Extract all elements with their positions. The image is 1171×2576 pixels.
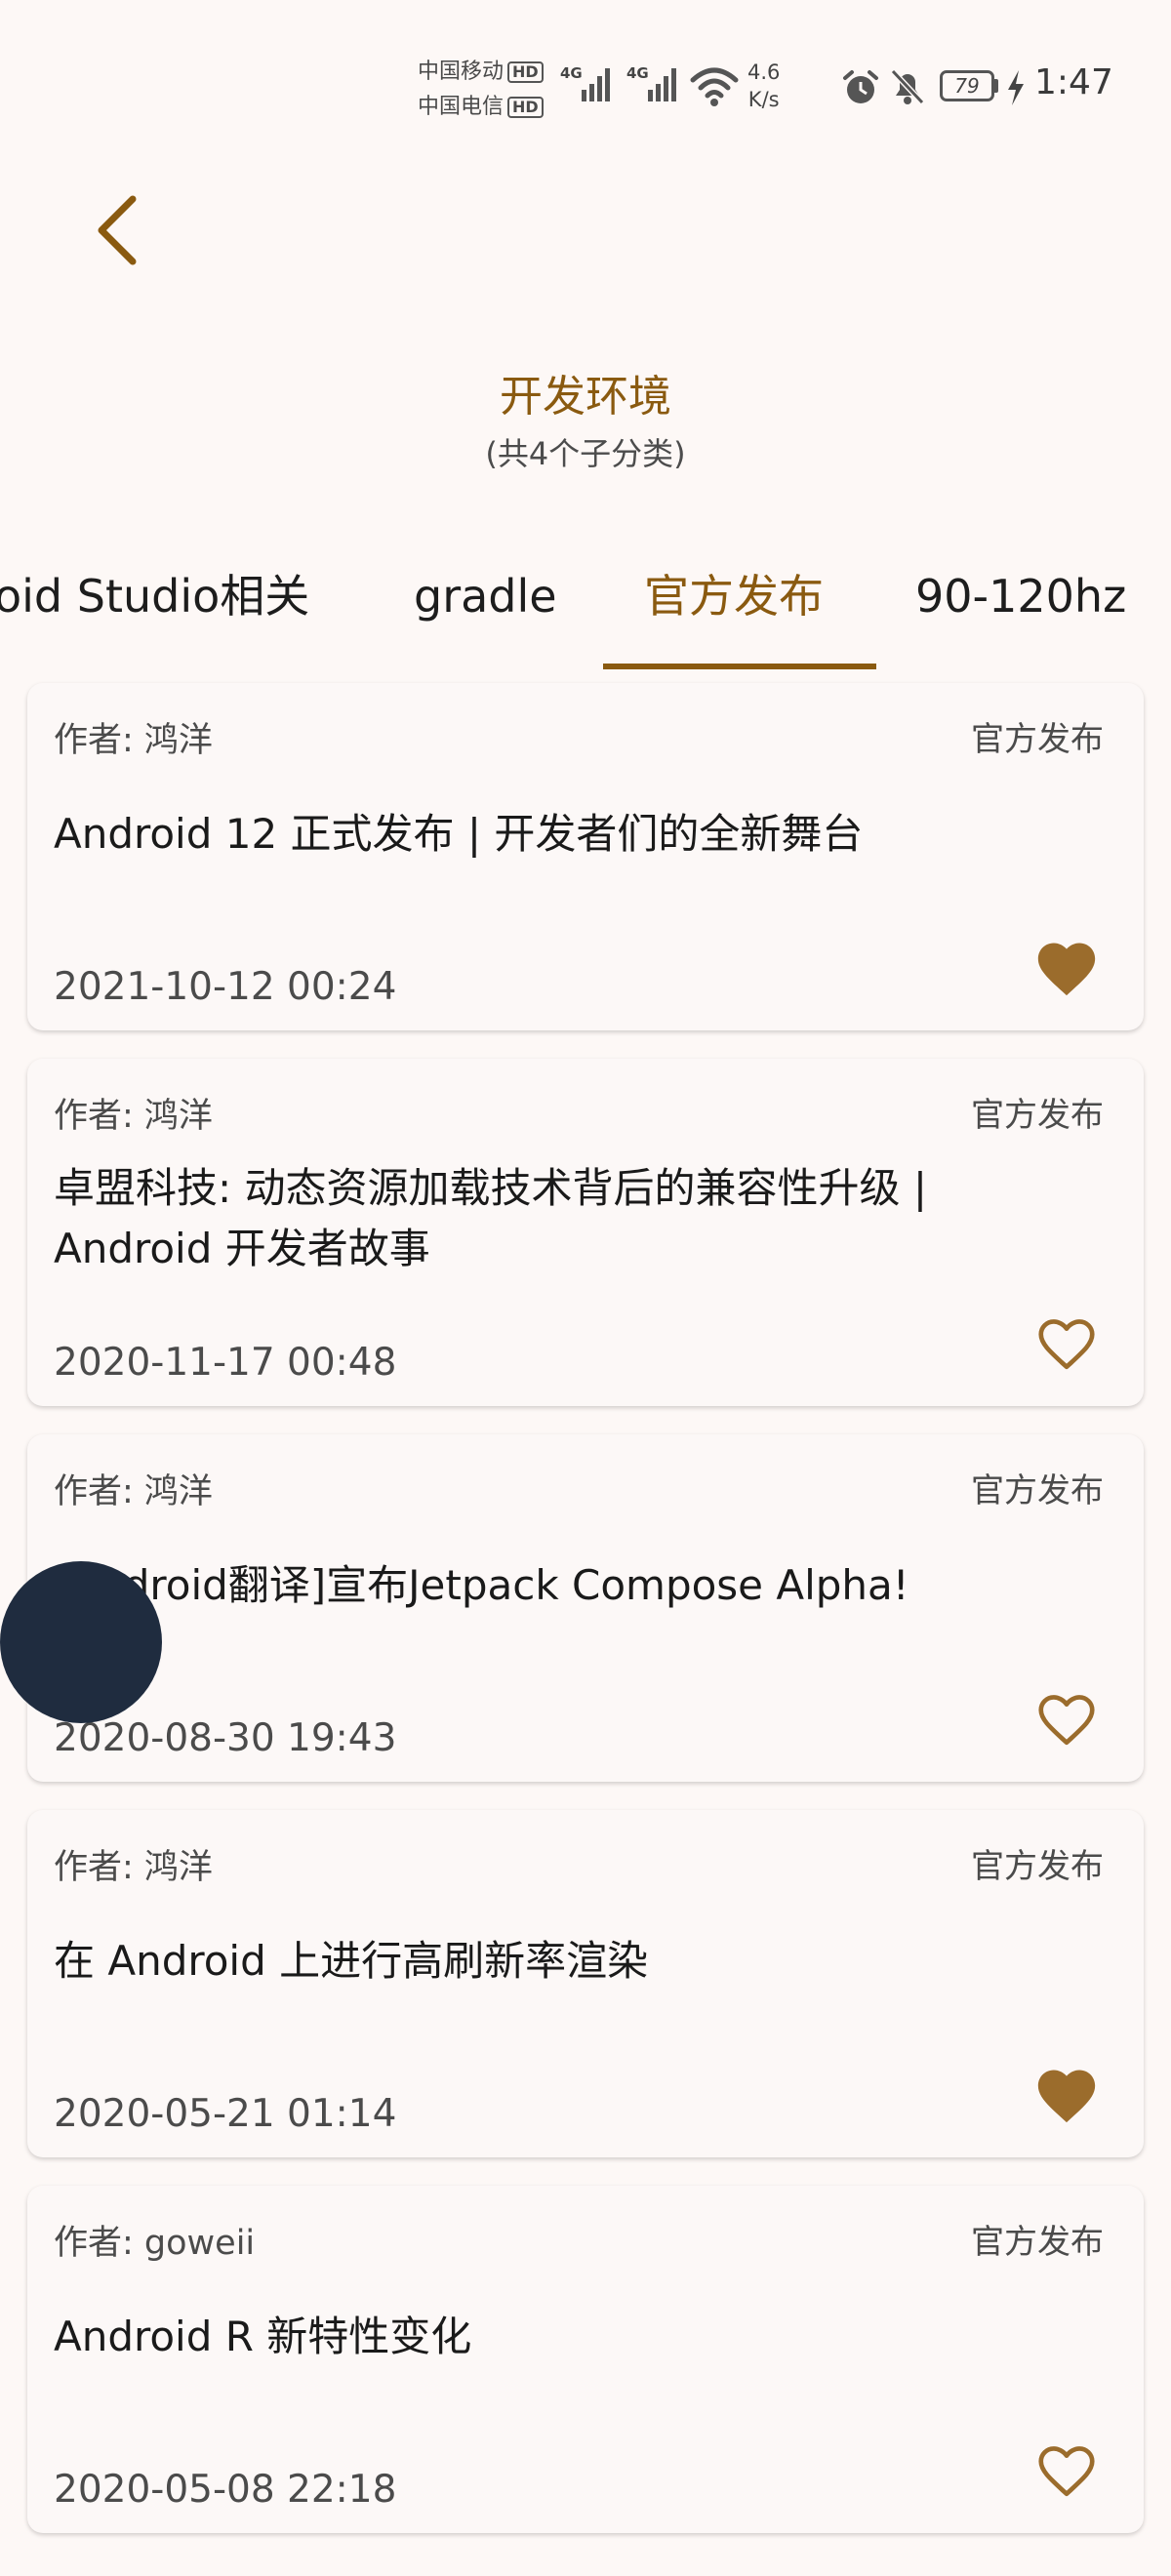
favorite-button[interactable]	[1032, 1310, 1101, 1375]
page-subtitle: (共4个子分类)	[485, 435, 686, 472]
article-category: 官方发布	[971, 2223, 1104, 2262]
tab-90-120hz[interactable]: 90-120hz	[915, 546, 1126, 669]
article-card[interactable]: 作者: 鸿洋 官方发布 卓盟科技: 动态资源加载技术背后的兼容性升级 | And…	[27, 1059, 1144, 1406]
network-speed-unit: K/s	[747, 88, 780, 111]
article-title: 卓盟科技: 动态资源加载技术背后的兼容性升级 | Android 开发者故事	[54, 1164, 928, 1272]
article-title: 在 Android 上进行高刷新率渲染	[54, 1937, 649, 1985]
article-card[interactable]: 作者: 鸿洋 官方发布 Android 12 正式发布 | 开发者们的全新舞台 …	[27, 683, 1144, 1030]
article-author: 作者: 鸿洋	[54, 721, 213, 760]
article-title: Android 12 正式发布 | 开发者们的全新舞台	[54, 810, 864, 858]
article-author: 作者: goweii	[54, 2224, 256, 2263]
article-title: [Android翻译]宣布Jetpack Compose Alpha!	[54, 1561, 909, 1609]
article-title: Android R 新特性变化	[54, 2313, 472, 2360]
favorite-button[interactable]	[1032, 1686, 1101, 1751]
article-date: 2020-11-17 00:48	[54, 1341, 397, 1385]
tab-android-studio[interactable]: oid Studio相关	[0, 546, 309, 669]
network-speed-value: 4.6	[747, 60, 781, 84]
favorite-button[interactable]	[1032, 935, 1101, 999]
alarm-icon	[843, 70, 878, 103]
article-card[interactable]: 作者: 鸿洋 官方发布 [Android翻译]宣布Jetpack Compose…	[27, 1434, 1144, 1782]
heart-filled-icon	[1037, 943, 1096, 996]
chevron-left-icon	[98, 195, 137, 265]
article-author: 作者: 鸿洋	[54, 1097, 213, 1136]
battery-icon: 79	[940, 70, 994, 101]
article-date: 2020-08-30 19:43	[54, 1716, 397, 1760]
back-button[interactable]	[74, 176, 160, 283]
signal-icon-1: 4G	[560, 60, 619, 109]
heart-outline-icon	[1038, 2446, 1095, 2497]
carrier-info: 中国移动 HD 中国电信 HD	[418, 55, 544, 125]
network-speed: 4.6 K/s	[747, 59, 780, 113]
article-list: 作者: 鸿洋 官方发布 Android 12 正式发布 | 开发者们的全新舞台 …	[0, 669, 1171, 2576]
carrier-1: 中国移动	[418, 60, 505, 84]
article-category: 官方发布	[971, 720, 1104, 759]
article-category: 官方发布	[971, 1847, 1104, 1886]
article-date: 2020-05-08 22:18	[54, 2468, 397, 2512]
status-time: 1:47	[1034, 62, 1113, 102]
signal-icon-2: 4G	[626, 60, 685, 109]
article-category: 官方发布	[971, 1471, 1104, 1510]
floating-assistive-ball[interactable]	[0, 1561, 162, 1723]
page-title: 开发环境	[500, 372, 671, 422]
battery-tip	[994, 79, 998, 93]
carrier-2: 中国电信	[418, 95, 505, 119]
article-date: 2020-05-21 01:14	[54, 2092, 397, 2136]
wifi-icon	[690, 67, 739, 106]
article-card[interactable]: 作者: goweii 官方发布 Android R 新特性变化 2020-05-…	[27, 2186, 1144, 2533]
charging-icon	[1008, 70, 1024, 105]
mute-notification-icon	[890, 68, 925, 105]
network-type-1: 4G	[560, 64, 583, 82]
network-type-2: 4G	[626, 64, 649, 82]
hd-badge-2: HD	[507, 97, 544, 118]
status-bar: 中国移动 HD 中国电信 HD 4G 4G 4.6 K/s 79 1:47	[0, 0, 1171, 137]
hd-badge-1: HD	[507, 61, 544, 83]
heart-outline-icon	[1038, 1695, 1095, 1746]
heart-filled-icon	[1037, 2070, 1096, 2123]
heart-outline-icon	[1038, 1319, 1095, 1370]
article-date: 2021-10-12 00:24	[54, 965, 397, 1009]
tab-official-release[interactable]: 官方发布	[644, 546, 824, 669]
article-author: 作者: 鸿洋	[54, 1472, 213, 1511]
article-category: 官方发布	[971, 1096, 1104, 1135]
favorite-button[interactable]	[1032, 2062, 1101, 2126]
tab-gradle[interactable]: gradle	[414, 546, 557, 669]
article-author: 作者: 鸿洋	[54, 1848, 213, 1887]
article-card[interactable]: 作者: 鸿洋 官方发布 在 Android 上进行高刷新率渲染 2020-05-…	[27, 1810, 1144, 2157]
category-tabs: oid Studio相关 gradle 官方发布 90-120hz	[0, 546, 1171, 669]
favorite-button[interactable]	[1032, 2437, 1101, 2502]
